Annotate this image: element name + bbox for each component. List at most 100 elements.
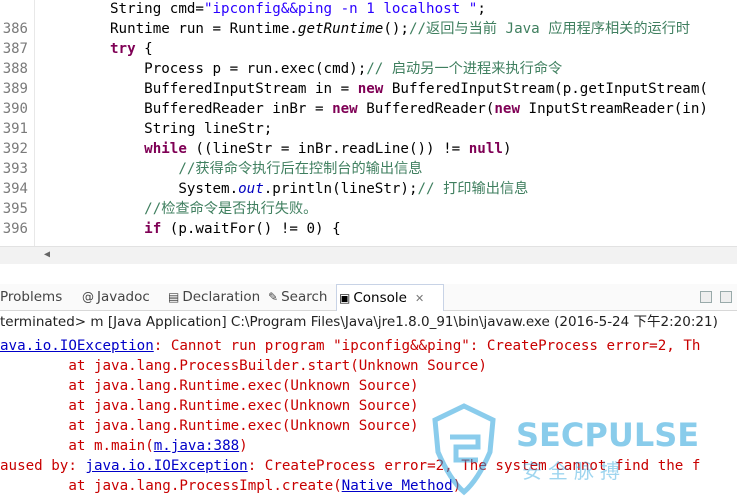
console-text: aused by: [0, 458, 86, 474]
line-number: 394 [2, 181, 28, 197]
line-number: 388 [2, 61, 28, 77]
search-icon: ✎ [268, 290, 279, 304]
line-number: 392 [2, 141, 28, 157]
code-text: BufferedReader inBr = new BufferedReader… [110, 99, 708, 119]
code-editor[interactable]: String cmd="ipconfig&&ping -n 1 localhos… [0, 0, 737, 246]
code-token: InputStreamReader(in) [520, 101, 708, 117]
code-token: System. [110, 181, 239, 197]
code-token: String lineStr; [110, 121, 273, 137]
console-text: ) [239, 438, 248, 454]
code-line[interactable]: 389 BufferedInputStream in = new Buffere… [0, 79, 737, 99]
stacktrace-link[interactable]: ava.io.IOException [0, 338, 154, 354]
code-string: "ipconfig&&ping -n 1 localhost " [203, 1, 478, 17]
code-text: Process p = run.exec(cmd);// 启动另一个进程来执行命… [110, 59, 562, 79]
code-token: getRuntime [297, 21, 384, 37]
code-text: //检查命令是否执行失败。 [110, 199, 317, 219]
maximize-view-icon[interactable] [720, 291, 732, 303]
console-line: at java.lang.Runtime.exec(Unknown Source… [0, 416, 419, 436]
tab-search[interactable]: ✎ Search [266, 284, 334, 310]
line-number: 387 [2, 41, 28, 57]
stacktrace-link[interactable]: Native Method [342, 478, 453, 494]
minimize-view-icon[interactable] [700, 291, 712, 303]
console-line: ava.io.IOException: Cannot run program "… [0, 336, 700, 356]
console-output[interactable]: ava.io.IOException: Cannot run program "… [0, 334, 737, 499]
console-text: at java.lang.Runtime.exec(Unknown Source… [0, 378, 419, 394]
code-token: out [238, 181, 264, 197]
stacktrace-link[interactable]: java.io.IOException [85, 458, 247, 474]
tab-console[interactable]: ▣ Console ✕ [336, 284, 444, 312]
tab-label: Problems [0, 289, 63, 305]
code-comment: //检查命令是否执行失败。 [110, 201, 318, 217]
line-number: 386 [2, 21, 28, 37]
code-line[interactable]: 387 try { [0, 39, 737, 59]
code-line[interactable]: 388 Process p = run.exec(cmd);// 启动另一个进程… [0, 59, 737, 79]
code-token: BufferedInputStream in = [110, 81, 358, 97]
console-text: at java.lang.ProcessBuilder.start(Unknow… [0, 358, 487, 374]
code-token: String cmd= [110, 1, 204, 17]
code-comment: // 启动另一个进程来执行命令 [366, 61, 563, 77]
tab-javadoc[interactable]: @ Javadoc [80, 284, 162, 310]
line-number: 391 [2, 121, 28, 137]
code-line[interactable]: 395 //检查命令是否执行失败。 [0, 199, 737, 219]
tab-label: Javadoc [97, 289, 150, 305]
code-text: System.out.println(lineStr);// 打印输出信息 [110, 179, 528, 199]
code-keyword: new [357, 81, 384, 97]
code-line[interactable]: 386 Runtime run = Runtime.getRuntime();//… [0, 19, 737, 39]
code-line[interactable]: 390 BufferedReader inBr = new BufferedRe… [0, 99, 737, 119]
code-comment: // 打印输出信息 [417, 181, 529, 197]
code-comment: //获得命令执行后在控制台的输出信息 [110, 161, 423, 177]
code-keyword: if [144, 221, 162, 237]
tab-problems[interactable]: ⚠Problems [0, 284, 72, 310]
code-token: .println(lineStr); [263, 181, 418, 197]
code-text: if (p.waitFor() != 0) { [110, 219, 340, 239]
tab-declaration[interactable]: ▤ Declaration [166, 284, 264, 310]
line-number: 390 [2, 101, 28, 117]
code-token: (); [383, 21, 409, 37]
code-line[interactable]: String cmd="ipconfig&&ping -n 1 localhos… [0, 0, 737, 19]
console-text: : Cannot run program "ipconfig&&ping": C… [153, 338, 701, 354]
tab-label: Console [353, 290, 407, 306]
tab-label: Search [281, 289, 328, 305]
code-text: Runtime run = Runtime.getRuntime();//返回与… [110, 19, 690, 39]
console-icon: ▣ [339, 291, 351, 305]
console-line: at java.lang.ProcessImpl.create(Native M… [0, 476, 461, 496]
console-line: at java.lang.Runtime.exec(Unknown Source… [0, 376, 419, 396]
code-text: String cmd="ipconfig&&ping -n 1 localhos… [110, 0, 486, 19]
console-text: at java.lang.Runtime.exec(Unknown Source… [0, 418, 419, 434]
code-keyword: null [468, 141, 503, 157]
code-token: BufferedReader( [357, 101, 495, 117]
stacktrace-link[interactable]: m.java:388 [154, 438, 239, 454]
code-text: while ((lineStr = inBr.readLine()) != nu… [110, 139, 511, 159]
view-tab-bar: ⚠Problems@Javadoc▤Declaration✎Search▣Con… [0, 284, 737, 312]
code-line[interactable]: 396 if (p.waitFor() != 0) { [0, 219, 737, 239]
code-line[interactable]: 391 String lineStr; [0, 119, 737, 139]
console-line: aused by: java.io.IOException: CreatePro… [0, 456, 700, 476]
code-line[interactable]: 393 //获得命令执行后在控制台的输出信息 [0, 159, 737, 179]
code-line[interactable]: 394 System.out.println(lineStr);// 打印输出信… [0, 179, 737, 199]
console-line: at java.lang.Runtime.exec(Unknown Source… [0, 396, 418, 416]
code-token: ((lineStr = inBr.readLine()) != [186, 141, 469, 157]
editor-horizontal-scrollbar[interactable]: ◀ [0, 246, 737, 264]
editor-pane-gap [0, 264, 737, 284]
close-tab-icon[interactable]: ✕ [415, 292, 424, 305]
console-text: at m.main( [0, 438, 154, 454]
code-token: { [135, 41, 153, 57]
javadoc-icon: @ [82, 290, 94, 304]
scroll-left-arrow-icon[interactable]: ◀ [44, 249, 50, 260]
console-text: at java.lang.ProcessImpl.create( [0, 478, 342, 494]
console-line: at m.main(m.java:388) [0, 436, 248, 456]
code-text: String lineStr; [110, 119, 272, 139]
line-number: 395 [2, 201, 28, 217]
code-token: Runtime run = Runtime. [110, 21, 298, 37]
line-number: 393 [2, 161, 28, 177]
code-text: try { [110, 39, 153, 59]
console-line: at java.lang.ProcessBuilder.start(Unknow… [0, 356, 487, 376]
code-token: BufferedInputStream(p.getInputStream( [383, 81, 708, 97]
line-number: 389 [2, 81, 28, 97]
code-keyword: try [110, 41, 136, 57]
code-text: BufferedInputStream in = new BufferedInp… [110, 79, 708, 99]
code-token: ; [477, 1, 486, 17]
code-line[interactable]: 392 while ((lineStr = inBr.readLine()) !… [0, 139, 737, 159]
